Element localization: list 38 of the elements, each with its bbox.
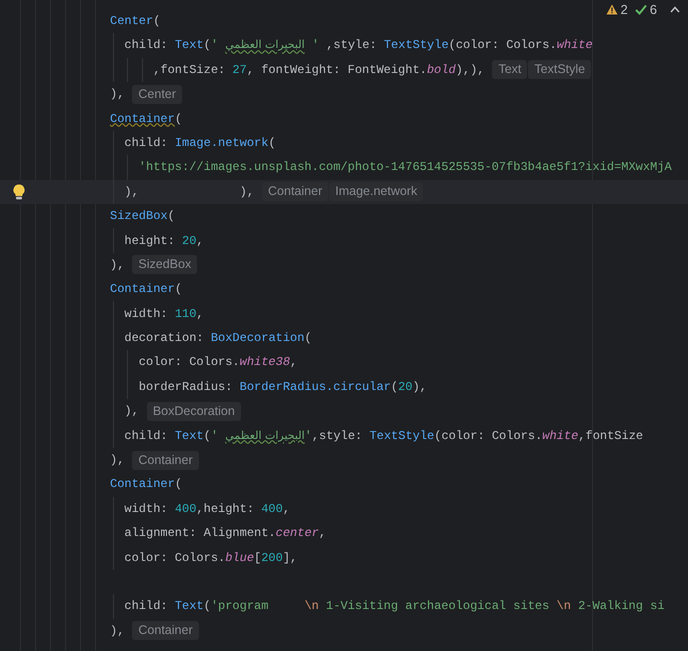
code-line: ), — [110, 86, 124, 104]
code-line: Container( — [110, 281, 182, 298]
code-line: ), — [123, 403, 139, 420]
code-line: ), ), — [123, 184, 254, 201]
code-line: ), — [110, 256, 124, 274]
code-line: ), — [110, 622, 124, 640]
lightbulb-icon[interactable] — [13, 184, 25, 200]
code-line: width: 110, — [123, 306, 204, 323]
code-line: child: Image.network( — [123, 134, 276, 152]
code-line: color: Colors.white38, — [138, 354, 298, 372]
code-line: alignment: Alignment.center, — [123, 525, 326, 542]
code-line: height: 20, — [123, 232, 204, 250]
inlay-hint[interactable]: Image.network — [329, 182, 424, 202]
inlay-hint[interactable]: Container — [132, 450, 199, 470]
code-line: decoration: BoxDecoration( — [123, 330, 312, 348]
code-line: 'https://images.unsplash.com/photo-1476514525535-07fb3b4ae5f1?ixid=MXwxMjA — [138, 159, 672, 176]
inlay-hint[interactable]: Center — [132, 84, 182, 104]
inlay-hint[interactable]: BoxDecoration — [146, 402, 241, 421]
warning-icon[interactable] — [606, 4, 618, 16]
caret-up-icon[interactable] — [670, 6, 680, 14]
code-line: borderRadius: BorderRadius.circular(20), — [138, 378, 427, 396]
code-line: Center( — [110, 12, 160, 30]
inlay-hint[interactable]: TextStyle — [528, 60, 592, 80]
code-line: SizedBox( — [110, 208, 175, 226]
code-line: Container( — [110, 110, 182, 128]
code-line: ,fontSize: 27, fontWeight: FontWeight.bold),), — [152, 62, 484, 79]
code-line: ), — [110, 452, 124, 470]
code-line: child: Text('program \n 1-Visiting archaeological sites \n 2-Walking si — [123, 598, 665, 616]
check-count: 6 — [650, 1, 657, 19]
code-line: width: 400,height: 400, — [123, 500, 290, 518]
check-icon[interactable] — [634, 4, 647, 16]
inlay-hint[interactable]: Container — [132, 621, 199, 640]
inlay-hint[interactable]: SizedBox — [132, 255, 198, 274]
inlay-hint[interactable]: Text — [492, 60, 528, 80]
code-line: color: Colors.blue[200], — [123, 550, 298, 567]
code-line: Container( — [110, 476, 182, 494]
warning-count: 2 — [620, 1, 628, 19]
inlay-hint[interactable]: Container — [262, 182, 328, 202]
